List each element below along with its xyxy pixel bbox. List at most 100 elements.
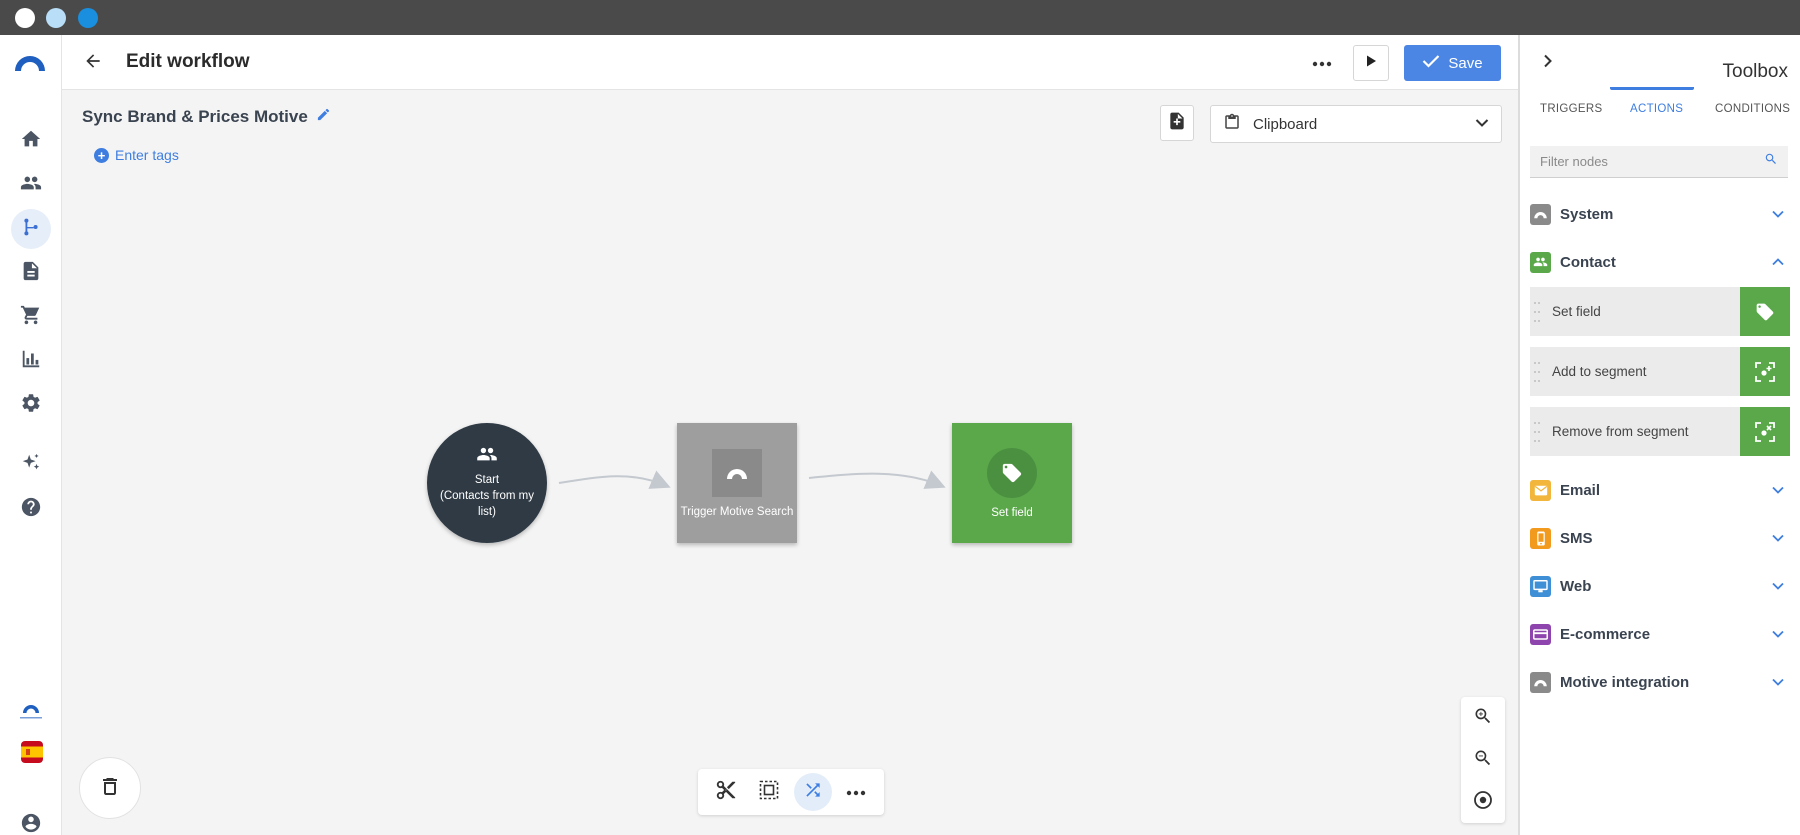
nav-help[interactable] xyxy=(11,489,51,529)
page-title: Edit workflow xyxy=(126,51,250,72)
app-logo[interactable] xyxy=(13,53,47,73)
arrow-left-icon xyxy=(83,51,103,76)
category-label: E-commerce xyxy=(1560,625,1651,643)
node-start[interactable]: Start (Contacts from my list) xyxy=(427,423,547,543)
chevron-down-icon xyxy=(1768,480,1788,500)
chevron-down-icon xyxy=(1768,672,1788,692)
category-label: Motive integration xyxy=(1560,673,1690,691)
nav-contacts[interactable] xyxy=(11,165,51,205)
filter-nodes-field xyxy=(1530,146,1788,178)
cart-icon xyxy=(20,304,42,331)
window-maximize-dot[interactable] xyxy=(78,8,98,28)
segment-remove-icon xyxy=(1740,407,1790,456)
chevron-down-icon xyxy=(1768,576,1788,596)
nav-settings[interactable] xyxy=(11,385,51,425)
category-web[interactable]: Web xyxy=(1530,571,1788,601)
action-set-field[interactable]: Set field xyxy=(1530,287,1790,336)
toolbox-panel: Toolbox TRIGGERS ACTIONS CONDITIONS Syst… xyxy=(1518,35,1800,835)
category-system[interactable]: System xyxy=(1530,199,1788,229)
nav-ecommerce[interactable] xyxy=(11,297,51,337)
filter-nodes-input[interactable] xyxy=(1540,154,1764,169)
nav-ai[interactable] xyxy=(11,445,51,485)
tab-actions[interactable]: ACTIONS xyxy=(1630,103,1683,115)
auto-layout-button[interactable] xyxy=(793,773,832,811)
category-email[interactable]: Email xyxy=(1530,475,1788,505)
workflow-canvas[interactable]: Sync Brand & Prices Motive + Enter tags … xyxy=(62,91,1518,835)
plus-circle-icon: + xyxy=(94,147,109,163)
category-sms[interactable]: SMS xyxy=(1530,523,1788,553)
help-icon xyxy=(20,496,42,523)
window-close-dot[interactable] xyxy=(15,8,35,28)
gear-icon xyxy=(20,392,42,419)
nav-reports[interactable] xyxy=(11,341,51,381)
select-area-button[interactable] xyxy=(750,773,788,811)
save-button[interactable]: Save xyxy=(1404,45,1501,81)
chevron-down-icon xyxy=(1475,115,1489,133)
nav-workflows[interactable] xyxy=(11,209,51,249)
tab-conditions[interactable]: CONDITIONS xyxy=(1715,103,1790,115)
language-flag-icon[interactable] xyxy=(21,741,43,763)
chevron-down-icon xyxy=(1768,624,1788,644)
check-icon xyxy=(1422,54,1440,72)
brand-logo[interactable] xyxy=(14,695,48,729)
collapse-toolbox-button[interactable] xyxy=(1536,51,1560,75)
more-tools-button[interactable] xyxy=(837,773,875,811)
clipboard-label: Clipboard xyxy=(1253,115,1318,133)
chevron-right-icon xyxy=(1543,54,1553,73)
center-view-button[interactable] xyxy=(1467,786,1499,818)
action-label: Remove from segment xyxy=(1552,424,1689,439)
email-icon xyxy=(1530,479,1551,501)
motive-logo-icon xyxy=(1530,671,1551,693)
action-add-to-segment[interactable]: Add to segment xyxy=(1530,347,1790,396)
add-contacts-icon xyxy=(476,447,498,468)
drag-handle-icon[interactable] xyxy=(1534,301,1544,322)
nav-profile[interactable] xyxy=(11,805,51,835)
drag-handle-icon[interactable] xyxy=(1534,361,1544,382)
chevron-down-icon xyxy=(1768,204,1788,224)
select-all-icon xyxy=(759,780,779,805)
zoom-in-button[interactable] xyxy=(1467,702,1499,734)
save-label: Save xyxy=(1448,54,1483,72)
run-button[interactable] xyxy=(1353,45,1389,81)
nav-home[interactable] xyxy=(11,121,51,161)
category-label: System xyxy=(1560,205,1614,223)
delete-button[interactable] xyxy=(79,757,141,819)
workflow-name-text: Sync Brand & Prices Motive xyxy=(82,107,308,126)
action-remove-from-segment[interactable]: Remove from segment xyxy=(1530,407,1790,456)
add-note-button[interactable] xyxy=(1160,105,1194,141)
edge-start-to-trigger xyxy=(558,470,671,489)
tab-triggers[interactable]: TRIGGERS xyxy=(1540,103,1602,115)
enter-tags-button[interactable]: + Enter tags xyxy=(94,147,179,163)
node-trigger-motive-search[interactable]: Trigger Motive Search xyxy=(677,423,797,543)
user-icon xyxy=(20,812,42,835)
window-minimize-dot[interactable] xyxy=(46,8,66,28)
zoom-out-icon xyxy=(1473,748,1493,773)
clipboard-dropdown[interactable]: Clipboard xyxy=(1210,105,1502,143)
search-icon[interactable] xyxy=(1764,152,1778,171)
more-options-button[interactable] xyxy=(1308,50,1336,76)
category-motive-integration[interactable]: Motive integration xyxy=(1530,667,1788,697)
zoom-out-button[interactable] xyxy=(1467,744,1499,776)
action-label: Set field xyxy=(1552,304,1601,319)
scissors-icon xyxy=(715,779,737,806)
motive-logo-icon xyxy=(712,448,762,497)
edit-pencil-icon[interactable] xyxy=(316,107,331,127)
back-button[interactable] xyxy=(80,50,106,76)
zoom-controls xyxy=(1461,697,1505,823)
category-label: Contact xyxy=(1560,253,1616,271)
credit-card-icon xyxy=(1530,623,1551,645)
node-set-field[interactable]: Set field xyxy=(952,423,1072,543)
drag-handle-icon[interactable] xyxy=(1534,421,1544,442)
home-icon xyxy=(20,128,42,155)
chevron-down-icon xyxy=(1768,528,1788,548)
node-start-line-2: (Contacts from my xyxy=(440,489,534,502)
monitor-icon xyxy=(1530,575,1551,597)
note-add-icon xyxy=(1167,111,1187,136)
category-ecommerce[interactable]: E-commerce xyxy=(1530,619,1788,649)
category-contact[interactable]: Contact xyxy=(1530,247,1788,277)
cut-button[interactable] xyxy=(707,773,745,811)
nav-documents[interactable] xyxy=(11,253,51,293)
enter-tags-label: Enter tags xyxy=(115,147,179,163)
segment-add-icon xyxy=(1740,347,1790,396)
category-label: Email xyxy=(1560,481,1601,499)
